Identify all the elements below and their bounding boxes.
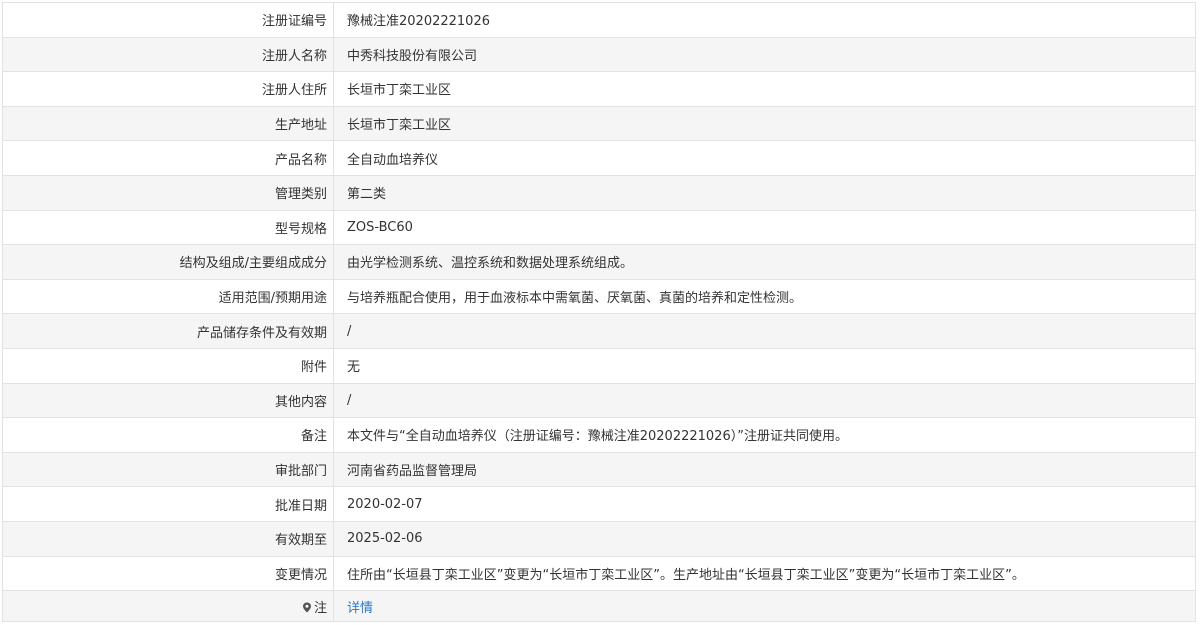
table-row: 审批部门 河南省药品监督管理局 <box>2 451 1196 488</box>
row-value: 由光学检测系统、温控系统和数据处理系统组成。 <box>333 244 1196 280</box>
row-value: 住所由“长垣县丁栾工业区”变更为“长垣市丁栾工业区”。生产地址由“长垣县丁栾工业… <box>333 555 1196 592</box>
note-label: 注 <box>313 600 327 616</box>
table-row: 产品储存条件及有效期 / <box>2 313 1196 349</box>
row-label: 有效期至 <box>2 520 334 557</box>
row-label: 审批部门 <box>2 451 334 488</box>
table-row: 生产地址 长垣市丁栾工业区 <box>2 105 1196 142</box>
row-value: 无 <box>333 347 1196 384</box>
row-label: 变更情况 <box>2 555 334 592</box>
details-link[interactable]: 详情 <box>347 601 373 616</box>
table-row: 适用范围/预期用途 与培养瓶配合使用，用于血液标本中需氧菌、厌氧菌、真菌的培养和… <box>2 278 1196 315</box>
table-row: 附件 无 <box>2 347 1196 384</box>
row-label: 其他内容 <box>2 382 334 419</box>
note-row: 注 详情 <box>2 590 1196 623</box>
registration-record-table: 注册证编号 豫械注准20202221026 注册人名称 中秀科技股份有限公司 注… <box>2 2 1196 623</box>
row-value: / <box>333 382 1196 419</box>
row-value: 2025-02-06 <box>333 520 1196 557</box>
table-row: 批准日期 2020-02-07 <box>2 486 1196 522</box>
row-value: 豫械注准20202221026 <box>333 2 1196 38</box>
row-value: 中秀科技股份有限公司 <box>333 36 1196 73</box>
row-label: 生产地址 <box>2 105 334 142</box>
table-row: 管理类别 第二类 <box>2 174 1196 211</box>
table-row: 注册人名称 中秀科技股份有限公司 <box>2 36 1196 73</box>
row-label: 注册证编号 <box>2 2 334 38</box>
row-label: 产品名称 <box>2 140 334 176</box>
table-row: 变更情况 住所由“长垣县丁栾工业区”变更为“长垣市丁栾工业区”。生产地址由“长垣… <box>2 555 1196 592</box>
table-row: 其他内容 / <box>2 382 1196 419</box>
row-value: ZOS-BC60 <box>333 209 1196 246</box>
row-value: 第二类 <box>333 174 1196 211</box>
row-value: 全自动血培养仪 <box>333 140 1196 176</box>
table-row: 结构及组成/主要组成成分 由光学检测系统、温控系统和数据处理系统组成。 <box>2 244 1196 280</box>
row-value: 河南省药品监督管理局 <box>333 451 1196 488</box>
table-row: 有效期至 2025-02-06 <box>2 520 1196 557</box>
row-value: 2020-02-07 <box>333 486 1196 522</box>
row-value: 与培养瓶配合使用，用于血液标本中需氧菌、厌氧菌、真菌的培养和定性检测。 <box>333 278 1196 315</box>
map-pin-icon <box>302 602 312 613</box>
table-row: 注册证编号 豫械注准20202221026 <box>2 2 1196 38</box>
row-label: 型号规格 <box>2 209 334 246</box>
row-value: / <box>333 313 1196 349</box>
table-row: 产品名称 全自动血培养仪 <box>2 140 1196 176</box>
row-label: 适用范围/预期用途 <box>2 278 334 315</box>
row-label: 注册人住所 <box>2 71 334 107</box>
row-label: 备注 <box>2 417 334 453</box>
row-label: 附件 <box>2 347 334 384</box>
table-row: 型号规格 ZOS-BC60 <box>2 209 1196 246</box>
row-label: 注册人名称 <box>2 36 334 73</box>
row-label: 结构及组成/主要组成成分 <box>2 244 334 280</box>
row-label: 批准日期 <box>2 486 334 522</box>
table-row: 备注 本文件与“全自动血培养仪（注册证编号：豫械注准20202221026）”注… <box>2 417 1196 453</box>
row-label: 管理类别 <box>2 174 334 211</box>
note-label-cell: 注 <box>2 590 334 623</box>
row-value: 长垣市丁栾工业区 <box>333 105 1196 142</box>
note-value-cell: 详情 <box>333 590 1196 623</box>
row-label: 产品储存条件及有效期 <box>2 313 334 349</box>
row-value: 长垣市丁栾工业区 <box>333 71 1196 107</box>
row-value: 本文件与“全自动血培养仪（注册证编号：豫械注准20202221026）”注册证共… <box>333 417 1196 453</box>
table-row: 注册人住所 长垣市丁栾工业区 <box>2 71 1196 107</box>
